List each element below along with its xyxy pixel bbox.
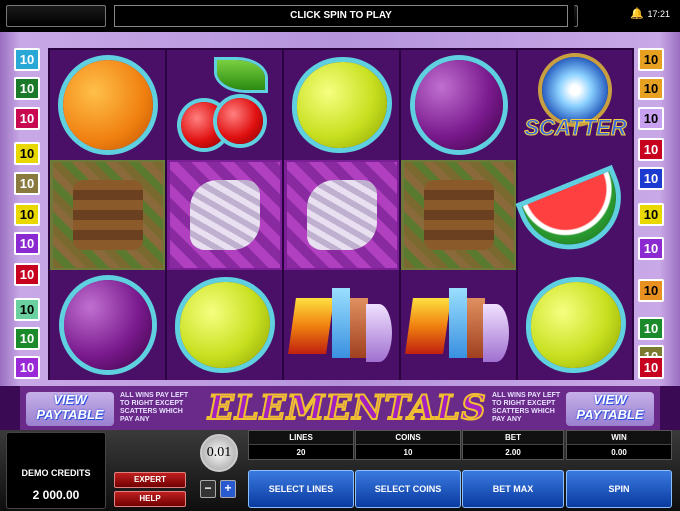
- coin-decrease-button[interactable]: −: [200, 480, 216, 498]
- line-badge-right-3[interactable]: 10: [638, 107, 664, 130]
- lines-label: LINES: [249, 431, 353, 445]
- line-badge-left-4[interactable]: 10: [14, 142, 40, 165]
- select-coins-button[interactable]: SELECT COINS: [355, 470, 461, 508]
- symbol-earth-golem: [401, 160, 516, 270]
- symbol-plum: [50, 270, 165, 380]
- symbol-wild: [284, 270, 399, 380]
- scatter-label: SCATTER: [524, 115, 627, 141]
- symbol-watermelon: [518, 160, 633, 270]
- orange-icon: [62, 60, 153, 150]
- wild-icon: [287, 280, 392, 370]
- line-badge-right-11[interactable]: 10: [638, 356, 664, 379]
- info-strip: VIEW PAYTABLE ALL WINS PAY LEFT TO RIGHT…: [20, 386, 660, 430]
- symbol-lemon: [284, 50, 399, 160]
- reel-2: [167, 50, 284, 380]
- bet-value: 2.00: [505, 448, 521, 457]
- clock: 17:21: [647, 9, 670, 19]
- help-button[interactable]: HELP: [114, 491, 186, 507]
- reel-area: SCATTER: [48, 48, 634, 380]
- symbol-spirit: [284, 160, 399, 270]
- line-badge-left-7[interactable]: 10: [14, 232, 40, 255]
- control-console: DEMO CREDITS 2 000.00 EXPERT HELP 0.01 −…: [0, 430, 680, 511]
- line-badge-left-8[interactable]: 10: [14, 263, 40, 286]
- scatter-icon: SCATTER: [522, 55, 630, 155]
- reel-4: [401, 50, 518, 380]
- line-badge-left-5[interactable]: 10: [14, 172, 40, 195]
- symbol-cherry: [167, 50, 282, 160]
- coins-stat: COINS 10: [355, 430, 461, 460]
- bet-max-button[interactable]: BET MAX: [462, 470, 564, 508]
- line-badge-right-5[interactable]: 10: [638, 167, 664, 190]
- game-logo: ELEMENTALS: [207, 388, 487, 428]
- plum-icon: [63, 280, 152, 370]
- symbol-earth-golem: [50, 160, 165, 270]
- line-badge-left-6[interactable]: 10: [14, 203, 40, 226]
- bet-label: BET: [463, 431, 563, 445]
- line-badge-left-1[interactable]: 10: [14, 48, 40, 71]
- bet-stat: BET 2.00: [462, 430, 564, 460]
- plum-icon: [414, 60, 503, 150]
- rules-text-right: ALL WINS PAY LEFT TO RIGHT EXCEPT SCATTE…: [492, 392, 561, 423]
- line-badge-right-8[interactable]: 10: [638, 279, 664, 302]
- cherry-icon: [177, 60, 273, 150]
- top-bar-divider: [574, 5, 578, 27]
- credits-display: DEMO CREDITS 2 000.00: [6, 432, 106, 509]
- line-badge-right-1[interactable]: 10: [638, 48, 664, 71]
- symbol-orange: [50, 50, 165, 160]
- win-label: WIN: [567, 431, 671, 445]
- expert-button[interactable]: EXPERT: [114, 472, 186, 488]
- top-bar: CLICK SPIN TO PLAY 🔔 17:21: [0, 0, 680, 32]
- spin-button[interactable]: SPIN: [566, 470, 672, 508]
- line-badge-right-7[interactable]: 10: [638, 237, 664, 260]
- earth-golem-icon: [403, 162, 514, 268]
- coin-value-chip: 0.01: [200, 434, 238, 472]
- symbol-scatter: SCATTER: [518, 50, 633, 160]
- lines-stat: LINES 20: [248, 430, 354, 460]
- line-badge-left-2[interactable]: 10: [14, 77, 40, 100]
- view-paytable-button-left[interactable]: VIEW PAYTABLE: [26, 392, 114, 426]
- symbol-wild: [401, 270, 516, 380]
- view-paytable-button-right[interactable]: VIEW PAYTABLE: [566, 392, 654, 426]
- symbol-lemon: [167, 270, 282, 380]
- reel-1: [50, 50, 167, 380]
- slot-game: CLICK SPIN TO PLAY 🔔 17:21 SCATTER VIEW …: [0, 0, 680, 511]
- reel-3: [284, 50, 401, 380]
- line-badge-left-9[interactable]: 10: [14, 298, 40, 321]
- wild-icon: [404, 280, 509, 370]
- symbol-lemon: [518, 270, 633, 380]
- status-message: CLICK SPIN TO PLAY: [114, 5, 568, 27]
- coins-label: COINS: [356, 431, 460, 445]
- earth-golem-icon: [52, 162, 163, 268]
- line-badge-left-10[interactable]: 10: [14, 327, 40, 350]
- rules-text-left: ALL WINS PAY LEFT TO RIGHT EXCEPT SCATTE…: [120, 392, 189, 423]
- lemon-icon: [530, 282, 621, 368]
- win-stat: WIN 0.00: [566, 430, 672, 460]
- line-badge-right-4[interactable]: 10: [638, 138, 664, 161]
- select-lines-button[interactable]: SELECT LINES: [248, 470, 354, 508]
- line-badge-right-2[interactable]: 10: [638, 77, 664, 100]
- line-badge-left-3[interactable]: 10: [14, 107, 40, 130]
- symbol-plum: [401, 50, 516, 160]
- coin-increase-button[interactable]: +: [220, 480, 236, 498]
- coins-value: 10: [403, 448, 413, 457]
- bell-icon[interactable]: 🔔: [630, 8, 644, 20]
- line-badge-right-6[interactable]: 10: [638, 203, 664, 226]
- lemon-icon: [296, 62, 387, 148]
- spirit-icon: [169, 162, 280, 268]
- credits-label: DEMO CREDITS: [21, 468, 91, 478]
- spirit-icon: [286, 162, 397, 268]
- menu-button-left[interactable]: [6, 5, 106, 27]
- win-value: 0.00: [611, 448, 627, 457]
- watermelon-icon: [521, 171, 630, 259]
- line-badge-left-11[interactable]: 10: [14, 356, 40, 379]
- line-badge-right-9[interactable]: 10: [638, 317, 664, 340]
- symbol-spirit: [167, 160, 282, 270]
- lines-value: 20: [296, 448, 306, 457]
- lemon-icon: [179, 282, 270, 368]
- reel-5: SCATTER: [518, 50, 632, 380]
- credits-value: 2 000.00: [32, 488, 80, 502]
